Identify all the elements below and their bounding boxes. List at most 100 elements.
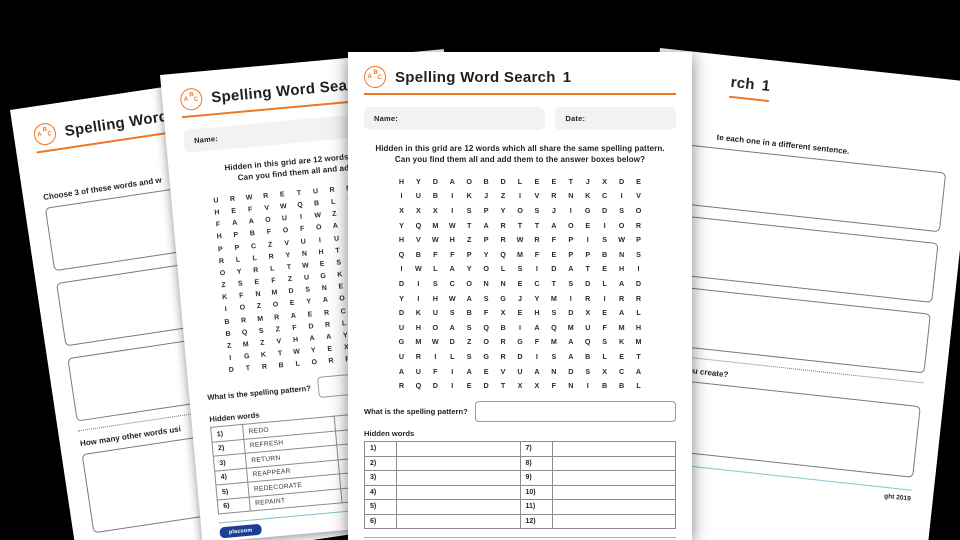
grid-letter: Y bbox=[466, 264, 472, 274]
grid-letter: R bbox=[218, 257, 225, 266]
grid-letter: S bbox=[568, 278, 574, 288]
grid-letter: U bbox=[585, 322, 591, 332]
grid-letter: R bbox=[398, 381, 405, 391]
answer-input[interactable] bbox=[551, 513, 676, 530]
grid-letter: R bbox=[585, 293, 591, 303]
answer-input[interactable] bbox=[551, 470, 676, 486]
title-number: 1 bbox=[760, 77, 772, 96]
grid-letter: D bbox=[602, 205, 608, 215]
grid-letter: U bbox=[398, 351, 405, 361]
grid-letter: A bbox=[248, 218, 255, 226]
grid-letter: F bbox=[247, 206, 253, 214]
answer-input[interactable] bbox=[396, 470, 521, 486]
answer-input[interactable] bbox=[396, 513, 521, 530]
grid-letter: M bbox=[242, 341, 250, 349]
grid-letter: N bbox=[255, 291, 261, 299]
grid-letter: T bbox=[466, 220, 472, 230]
answer-input[interactable] bbox=[551, 455, 676, 472]
grid-letter: F bbox=[238, 292, 244, 300]
grid-letter: Z bbox=[287, 275, 293, 284]
grid-letter: T bbox=[335, 247, 341, 255]
grid-letter: O bbox=[432, 322, 439, 332]
grid-letter: N bbox=[483, 278, 489, 288]
worksheet-stack: A B C Spelling Word Sea Choose 3 of thes… bbox=[0, 0, 960, 540]
grid-letter: P bbox=[233, 231, 239, 240]
grid-letter: M bbox=[256, 315, 264, 323]
grid-letter: U bbox=[517, 366, 523, 376]
grid-letter: Q bbox=[241, 328, 248, 337]
grid-letter: Z bbox=[331, 210, 337, 219]
grid-letter: S bbox=[483, 293, 489, 303]
instruction-line-2: Can you find them all and add them to th… bbox=[394, 155, 646, 165]
grid-letter: H bbox=[214, 209, 220, 217]
plazoom-logo: plazoom bbox=[219, 524, 263, 539]
grid-letter: R bbox=[500, 220, 506, 230]
answer-input[interactable] bbox=[551, 484, 676, 501]
grid-letter: R bbox=[273, 313, 280, 322]
grid-letter: S bbox=[551, 351, 557, 361]
page-title-fragment: rch 1 bbox=[730, 74, 772, 95]
grid-letter: S bbox=[585, 366, 591, 376]
grid-letter: U bbox=[281, 215, 288, 223]
grid-letter: A bbox=[466, 293, 472, 303]
grid-letter: A bbox=[325, 333, 332, 342]
grid-letter: R bbox=[329, 186, 335, 194]
name-date-row: Name: Date: bbox=[364, 106, 676, 130]
grid-letter: D bbox=[432, 176, 438, 186]
grid-letter: X bbox=[415, 205, 421, 215]
grid-letter: D bbox=[432, 381, 438, 391]
grid-letter: G bbox=[320, 272, 327, 281]
answer-input[interactable] bbox=[551, 441, 676, 457]
title-text: rch bbox=[729, 73, 756, 94]
grid-letter: K bbox=[337, 271, 343, 279]
grid-letter: S bbox=[602, 337, 608, 347]
grid-letter: D bbox=[585, 278, 591, 288]
grid-letter: Q bbox=[398, 249, 405, 259]
grid-letter: E bbox=[551, 176, 557, 186]
grid-letter: A bbox=[618, 308, 625, 318]
grid-letter: O bbox=[635, 205, 642, 215]
grid-letter: R bbox=[500, 351, 506, 361]
grid-letter: B bbox=[432, 191, 438, 201]
grid-letter: R bbox=[500, 337, 506, 347]
date-field[interactable]: Date: bbox=[555, 106, 676, 130]
grid-letter: L bbox=[433, 264, 438, 274]
grid-letter: B bbox=[483, 176, 489, 186]
answer-input[interactable] bbox=[551, 499, 676, 515]
grid-letter: J bbox=[484, 191, 489, 201]
grid-letter: B bbox=[602, 381, 608, 391]
grid-letter: V bbox=[415, 235, 421, 245]
answer-input[interactable] bbox=[396, 441, 521, 457]
grid-letter: B bbox=[249, 230, 256, 238]
grid-letter: A bbox=[309, 335, 316, 343]
grid-letter: L bbox=[295, 360, 301, 369]
grid-letter: X bbox=[585, 308, 591, 318]
grid-letter: I bbox=[569, 205, 572, 215]
pattern-answer-input[interactable] bbox=[474, 401, 676, 423]
grid-letter: R bbox=[534, 235, 540, 245]
answer-input[interactable] bbox=[396, 499, 521, 515]
grid-letter: K bbox=[585, 191, 591, 201]
grid-letter: R bbox=[261, 363, 268, 372]
grid-letter: F bbox=[534, 337, 540, 347]
grid-letter: R bbox=[323, 309, 330, 317]
letter-grid[interactable]: HYDAOBDLEETJXDEIUBIKJZIVRNKCIVXXXISPYOSJ… bbox=[393, 177, 647, 390]
answer-input[interactable] bbox=[396, 484, 521, 501]
worksheet-sheet-search-1[interactable]: A B C Spelling Word Search 1 Name: Date: … bbox=[348, 52, 692, 540]
answer-number: 6) bbox=[364, 513, 397, 530]
grid-letter: Q bbox=[483, 322, 489, 332]
grid-letter: F bbox=[551, 381, 557, 391]
answer-input[interactable] bbox=[396, 455, 521, 472]
grid-letter: Z bbox=[466, 235, 472, 245]
name-field[interactable]: Name: bbox=[364, 106, 546, 130]
grid-letter: Z bbox=[267, 241, 273, 249]
grid-letter: R bbox=[229, 195, 236, 203]
grid-letter: S bbox=[449, 308, 455, 318]
grid-letter: H bbox=[449, 235, 455, 245]
answer-number: 4) bbox=[364, 484, 397, 501]
grid-letter: G bbox=[517, 337, 523, 347]
grid-letter: O bbox=[483, 337, 489, 347]
grid-letter: S bbox=[466, 205, 472, 215]
grid-letter: N bbox=[321, 285, 328, 293]
grid-letter: F bbox=[433, 366, 438, 376]
